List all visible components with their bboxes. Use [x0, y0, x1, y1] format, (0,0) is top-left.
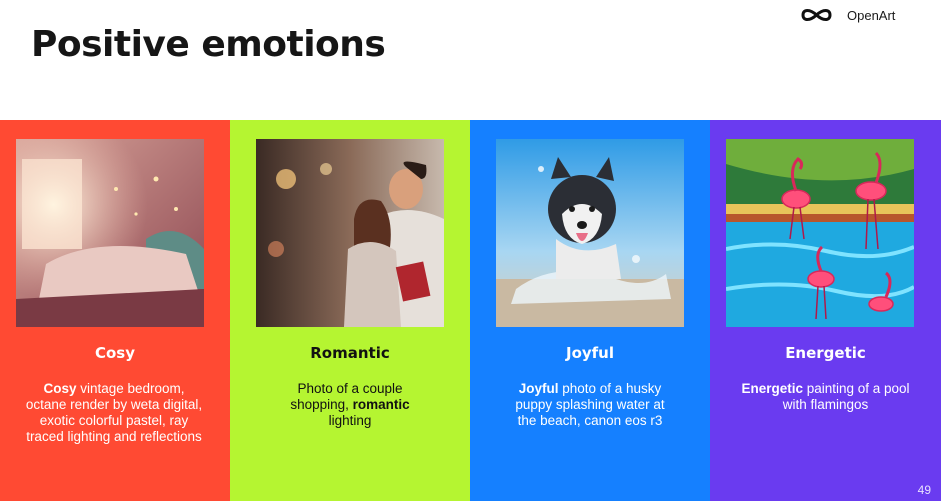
infinity-loop-icon: [801, 9, 832, 21]
page-number: 49: [917, 483, 931, 497]
panel-title: Romantic: [310, 344, 390, 362]
panel-energetic: Energetic Energetic painting of a pool w…: [710, 120, 941, 501]
flamingo-pool-painting-image: [726, 139, 914, 327]
panel-title: Energetic: [785, 344, 866, 362]
panel-title: Cosy: [94, 344, 136, 362]
panel-cosy: Cosy Cosy vintage bedroom, octane render…: [0, 120, 230, 501]
brand-name: OpenArt: [847, 7, 896, 23]
panel-title: Joyful: [565, 344, 614, 362]
panel-romantic: Romantic Photo of a couple shopping, rom…: [230, 120, 470, 501]
panel-description: Cosy vintage bedroom, octane render by w…: [25, 381, 203, 444]
couple-shopping-image: [256, 139, 444, 327]
cosy-bedroom-image: [16, 139, 204, 327]
page-title: Positive emotions: [31, 24, 386, 65]
husky-puppy-beach-image: [496, 139, 684, 327]
panel-description: Energetic painting of a pool with flamin…: [741, 381, 910, 412]
panel-description: Photo of a couple shopping, romantic lig…: [290, 381, 410, 428]
panel-description: Joyful photo of a husky puppy splashing …: [515, 381, 665, 428]
brand: OpenArt: [800, 5, 895, 25]
emotion-panels: Cosy Cosy vintage bedroom, octane render…: [0, 120, 941, 501]
panel-joyful: Joyful Joyful photo of a husky puppy spl…: [470, 120, 710, 501]
